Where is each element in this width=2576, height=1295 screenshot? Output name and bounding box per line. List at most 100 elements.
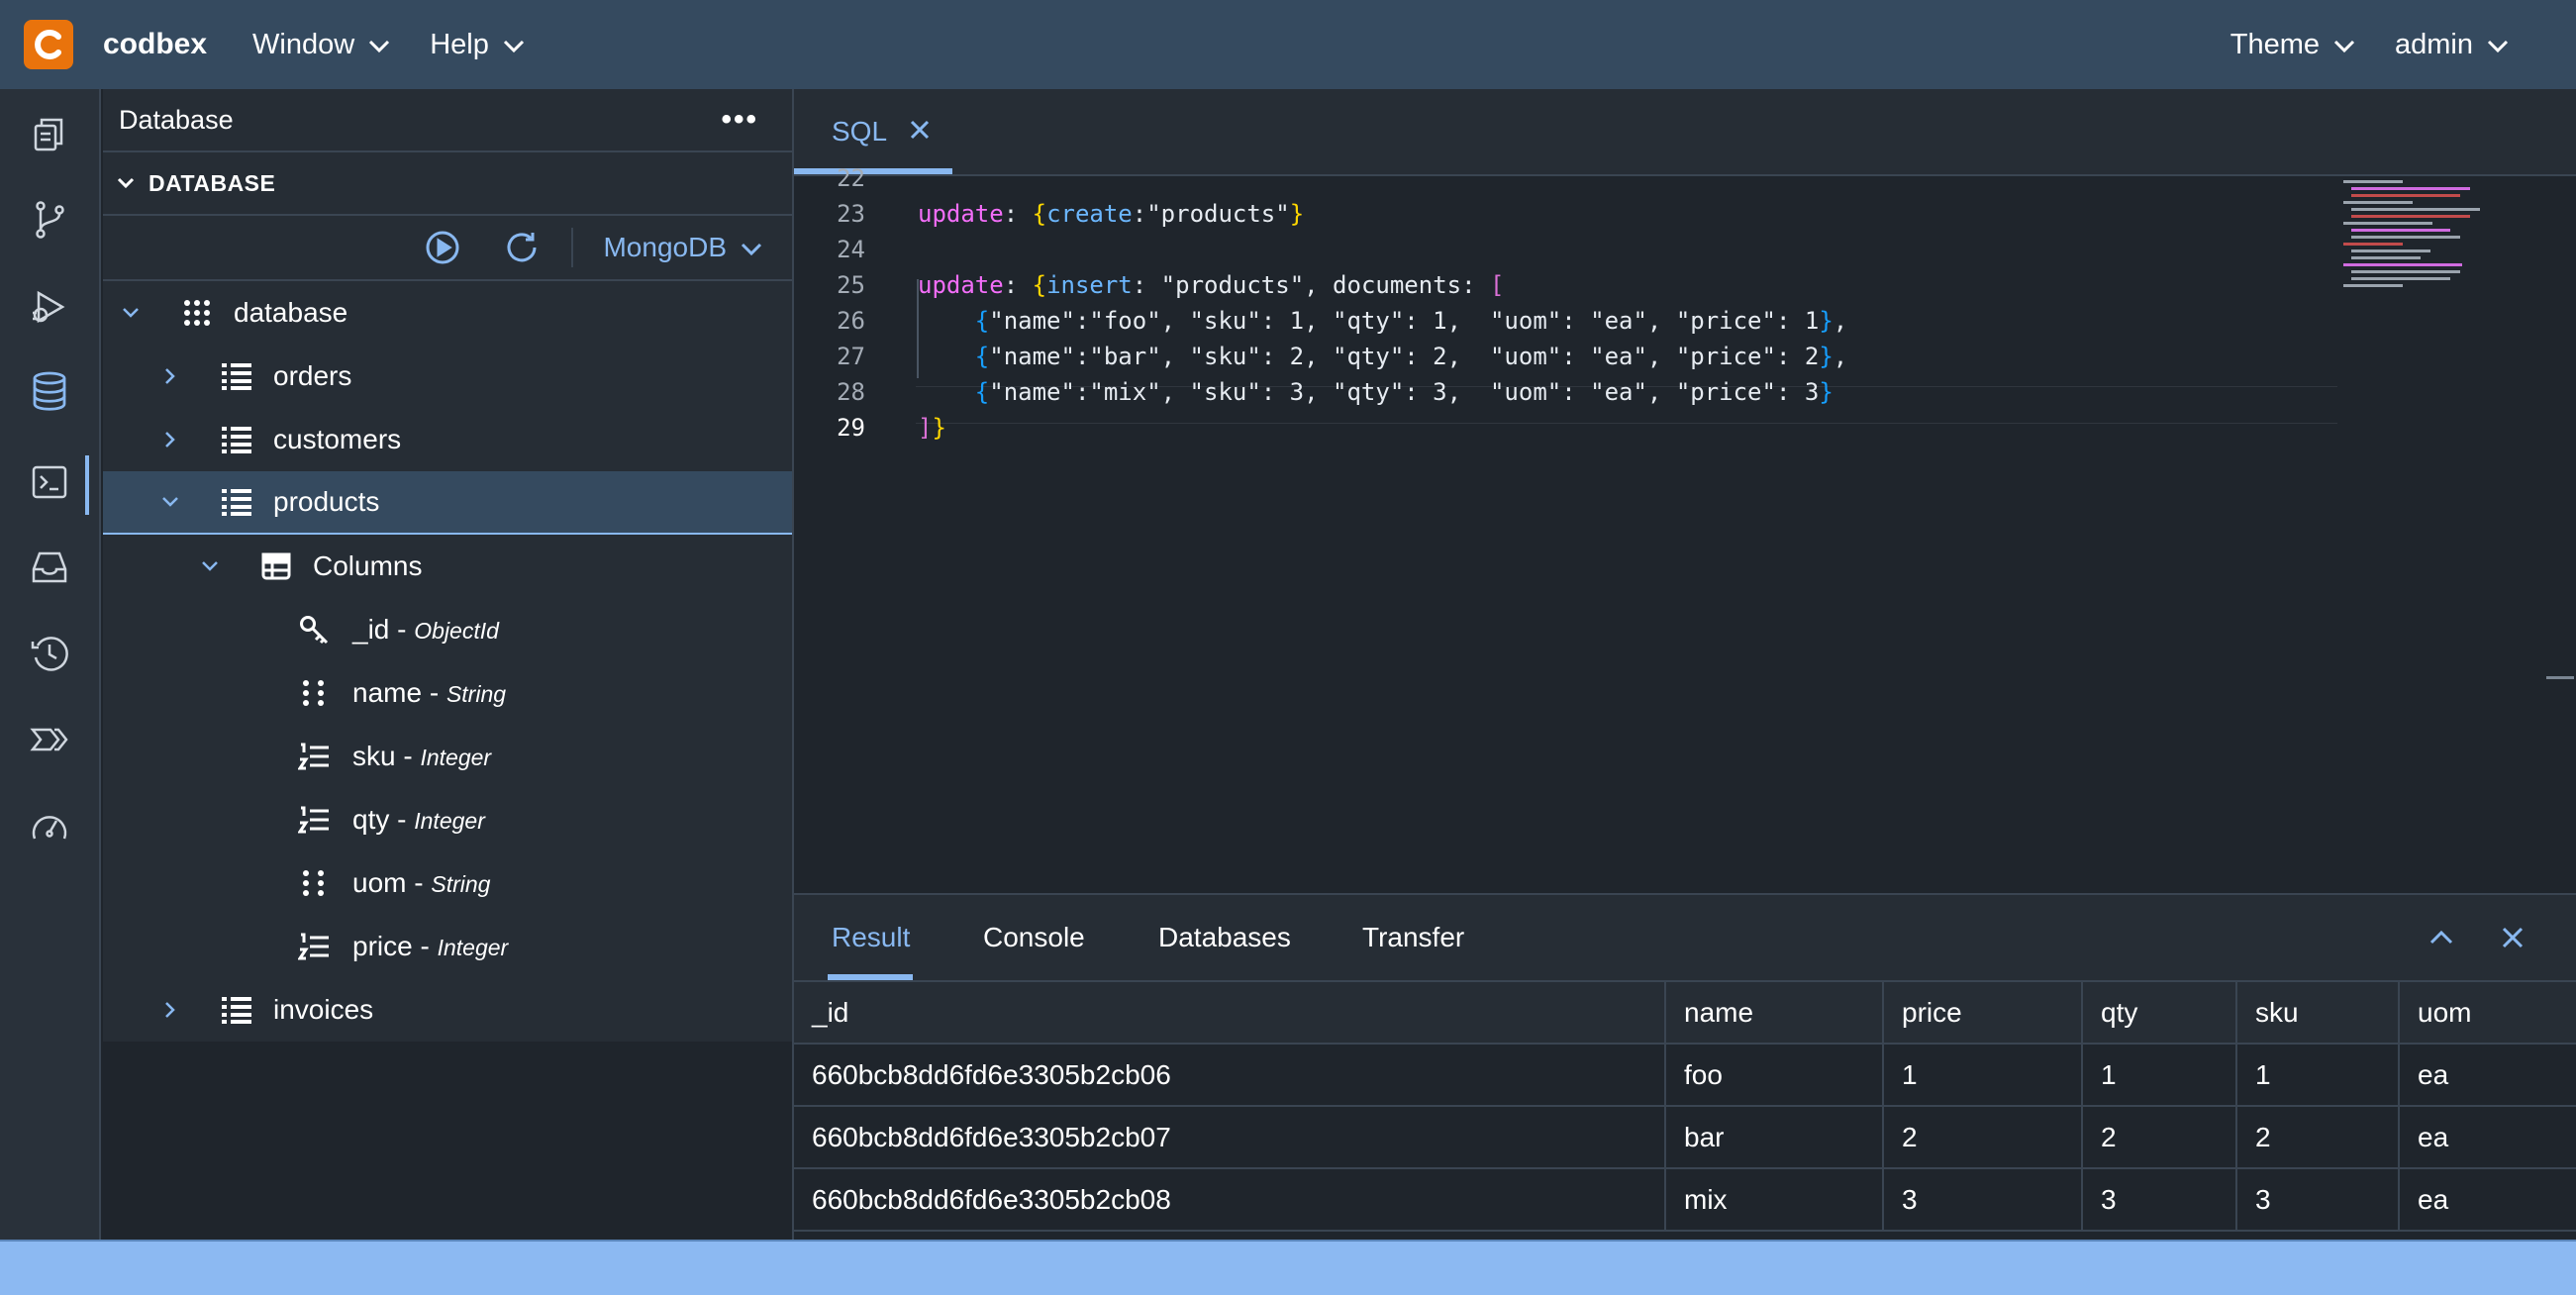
database-section-header[interactable]: DATABASE xyxy=(103,152,792,216)
column-label: uom - String xyxy=(352,867,491,898)
tree-node-products[interactable]: products xyxy=(103,471,792,535)
toolbar-divider xyxy=(571,228,574,267)
gauge-icon[interactable] xyxy=(25,802,74,851)
pipeline-icon[interactable] xyxy=(25,715,74,764)
refresh-button[interactable] xyxy=(502,228,542,267)
column-label: name - String xyxy=(352,677,507,708)
codbex-logo-icon[interactable] xyxy=(24,20,73,69)
column-header[interactable]: qty xyxy=(2082,982,2237,1045)
tree-node-invoices[interactable]: invoices xyxy=(103,978,792,1042)
tree-node-customers[interactable]: customers xyxy=(103,408,792,471)
close-icon[interactable] xyxy=(909,116,931,148)
minimap-line xyxy=(2343,222,2432,225)
close-panel-button[interactable] xyxy=(2495,920,2530,955)
key-icon xyxy=(297,613,331,647)
database-icon[interactable] xyxy=(25,366,74,416)
menu-window[interactable]: Window xyxy=(252,29,390,61)
column-qty[interactable]: qty - Integer xyxy=(103,788,792,851)
tab-databases[interactable]: Databases xyxy=(1158,895,1291,980)
chevron-right-icon[interactable] xyxy=(158,428,182,451)
column-id[interactable]: _id - ObjectId xyxy=(103,598,792,661)
database-tree: database orders customers products Colum… xyxy=(103,281,792,1042)
tab-result[interactable]: Result xyxy=(828,895,913,980)
code-text: {"name":"foo", "sku": 1, "qty": 1, "uom"… xyxy=(974,307,1848,335)
table-cell: 3 xyxy=(2236,1168,2400,1232)
column-price[interactable]: price - Integer xyxy=(103,915,792,978)
table-row[interactable]: 660bcb8dd6fd6e3305b2cb07 bar 2 2 2 ea xyxy=(794,1106,2576,1169)
activity-bar xyxy=(0,89,101,1240)
table-cell: 2 xyxy=(1883,1106,2083,1169)
database-type-value: MongoDB xyxy=(603,232,727,262)
column-type: Integer xyxy=(414,808,485,834)
tab-sql[interactable]: SQL xyxy=(794,89,952,174)
column-header[interactable]: price xyxy=(1883,982,2083,1045)
tree-node-label: products xyxy=(273,486,380,517)
table-cell: 2 xyxy=(2082,1106,2237,1169)
minimap[interactable] xyxy=(2343,176,2492,305)
git-branch-icon[interactable] xyxy=(25,195,74,245)
grid-dots-icon xyxy=(297,866,331,900)
line-number: 28 xyxy=(837,378,865,406)
explorer-title: Database xyxy=(119,104,234,135)
table-row[interactable]: 660bcb8dd6fd6e3305b2cb06 foo 1 1 1 ea xyxy=(794,1044,2576,1107)
chevron-right-icon[interactable] xyxy=(158,364,182,388)
tree-node-label: invoices xyxy=(273,994,374,1025)
chevron-right-icon[interactable] xyxy=(158,998,182,1022)
editor-area: SQL 22 23 update: {create:"products"} 24 25… xyxy=(794,89,2576,893)
grid-dots-icon xyxy=(180,296,214,330)
list-icon xyxy=(220,485,253,519)
documents-icon[interactable] xyxy=(25,109,74,158)
close-icon xyxy=(2502,927,2524,948)
column-header[interactable]: uom xyxy=(2399,982,2576,1045)
menu-user[interactable]: admin xyxy=(2395,29,2509,61)
more-options-icon[interactable]: ••• xyxy=(721,103,758,137)
grid-dots-icon xyxy=(297,676,331,710)
menu-theme[interactable]: Theme xyxy=(2230,29,2355,61)
terminal-icon[interactable] xyxy=(25,457,74,507)
column-label: price - Integer xyxy=(352,931,509,961)
table-cell: 660bcb8dd6fd6e3305b2cb06 xyxy=(794,1044,1666,1107)
minimap-line xyxy=(2343,243,2403,246)
column-name[interactable]: name - String xyxy=(103,661,792,725)
editor-tab-bar: SQL xyxy=(794,89,2576,176)
code-text: ]} xyxy=(918,414,946,442)
table-cell: 2 xyxy=(2236,1106,2400,1169)
explorer-toolbar: MongoDB xyxy=(103,216,792,281)
code-editor[interactable]: 22 23 update: {create:"products"} 24 25 upda… xyxy=(794,164,2576,891)
chevron-down-icon xyxy=(117,177,135,189)
chevron-down-icon[interactable] xyxy=(119,301,143,325)
table-cell: ea xyxy=(2399,1168,2576,1232)
table-cell: ea xyxy=(2399,1106,2576,1169)
run-button[interactable] xyxy=(423,228,462,267)
tree-node-orders[interactable]: orders xyxy=(103,345,792,408)
scrollbar-thumb[interactable] xyxy=(2546,676,2574,679)
column-uom[interactable]: uom - String xyxy=(103,851,792,915)
line-number: 22 xyxy=(837,164,865,192)
column-sku[interactable]: sku - Integer xyxy=(103,725,792,788)
chevron-down-icon[interactable] xyxy=(198,554,222,578)
line-number: 27 xyxy=(837,343,865,370)
menu-help[interactable]: Help xyxy=(430,29,525,61)
refresh-icon xyxy=(508,233,537,262)
column-label: sku - Integer xyxy=(352,741,492,771)
chevron-down-icon[interactable] xyxy=(158,490,182,514)
minimap-line xyxy=(2351,229,2450,232)
debug-run-icon[interactable] xyxy=(25,282,74,332)
inbox-icon[interactable] xyxy=(25,543,74,592)
minimap-line xyxy=(2351,277,2450,280)
maximize-panel-button[interactable] xyxy=(2424,920,2459,955)
tab-transfer[interactable]: Transfer xyxy=(1362,895,1464,980)
status-bar xyxy=(0,1240,2576,1295)
history-icon[interactable] xyxy=(25,629,74,678)
tree-node-database[interactable]: database xyxy=(103,281,792,345)
tab-console[interactable]: Console xyxy=(983,895,1085,980)
minimap-line xyxy=(2351,270,2460,273)
table-cell: 660bcb8dd6fd6e3305b2cb08 xyxy=(794,1168,1666,1232)
table-row[interactable]: 660bcb8dd6fd6e3305b2cb08 mix 3 3 3 ea xyxy=(794,1168,2576,1232)
minimap-line xyxy=(2343,201,2413,204)
database-type-select[interactable]: MongoDB xyxy=(603,232,762,263)
column-header[interactable]: _id xyxy=(794,982,1666,1045)
column-header[interactable]: sku xyxy=(2236,982,2400,1045)
tree-node-columns[interactable]: Columns xyxy=(103,535,792,598)
column-header[interactable]: name xyxy=(1665,982,1884,1045)
